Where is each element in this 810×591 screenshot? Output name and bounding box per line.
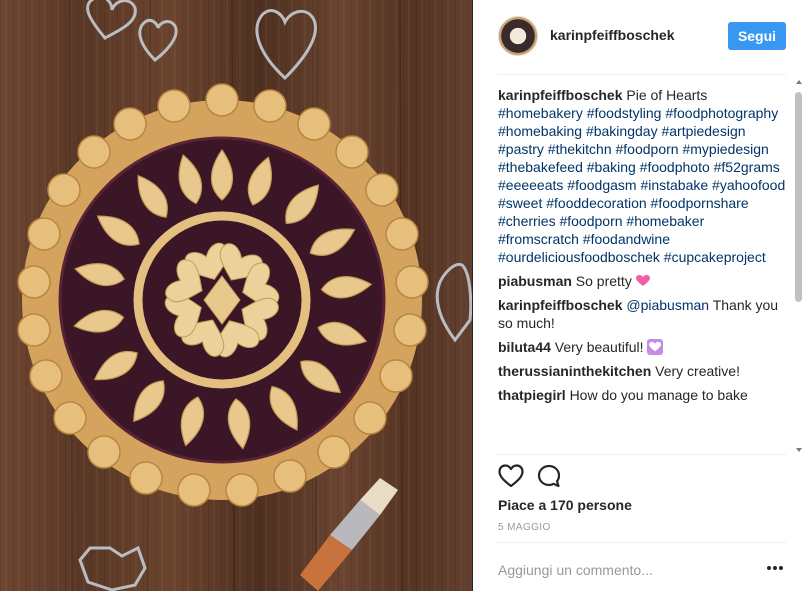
comment-username[interactable]: thatpiegirl bbox=[498, 387, 566, 403]
comment-username[interactable]: piabusman bbox=[498, 273, 572, 289]
comment-text: So pretty bbox=[575, 273, 632, 289]
scroll-down-arrow[interactable] bbox=[796, 448, 802, 452]
comment-list[interactable]: karinpfeiffboschek Pie of Hearts #homeba… bbox=[498, 86, 788, 454]
comment-username[interactable]: therussianinthekitchen bbox=[498, 363, 651, 379]
post-header: karinpfeiffboschek Segui bbox=[473, 0, 810, 74]
list-item: piabusman So pretty bbox=[498, 272, 788, 290]
caption: karinpfeiffboschek Pie of Hearts #homeba… bbox=[498, 86, 788, 266]
list-item: biluta44 Very beautiful! bbox=[498, 338, 788, 356]
comment-mention[interactable]: @piabusman bbox=[626, 297, 709, 313]
more-options-icon[interactable] bbox=[767, 566, 783, 572]
post-panel: karinpfeiffboschek Segui karinpfeiffbosc… bbox=[473, 0, 810, 591]
caption-hashtags[interactable]: #homebakery #foodstyling #foodphotograph… bbox=[498, 105, 785, 265]
comment-text: Very beautiful! bbox=[554, 339, 644, 355]
comment-username[interactable]: biluta44 bbox=[498, 339, 551, 355]
scroll-up-arrow[interactable] bbox=[796, 80, 802, 84]
caption-username[interactable]: karinpfeiffboschek bbox=[498, 87, 622, 103]
post-date[interactable]: 5 MAGGIO bbox=[498, 522, 551, 533]
avatar[interactable] bbox=[498, 16, 538, 56]
header-username[interactable]: karinpfeiffboschek bbox=[550, 27, 674, 43]
comment-bubble-icon[interactable] bbox=[537, 464, 561, 488]
comment-text: How do you manage to bake bbox=[569, 387, 748, 403]
heart-box-icon bbox=[647, 339, 664, 355]
comment-input[interactable] bbox=[498, 560, 738, 580]
list-item: therussianinthekitchen Very creative! bbox=[498, 362, 788, 380]
comment-text: Very creative! bbox=[655, 363, 740, 379]
comment-username[interactable]: karinpfeiffboschek bbox=[498, 297, 622, 313]
scrollbar-thumb[interactable] bbox=[795, 92, 802, 302]
post-photo[interactable] bbox=[0, 0, 472, 591]
actions-divider bbox=[497, 454, 786, 455]
list-item: thatpiegirl How do you manage to bake bbox=[498, 386, 788, 404]
caption-text: Pie of Hearts bbox=[626, 87, 708, 103]
heart-icon bbox=[635, 275, 650, 286]
header-divider bbox=[497, 74, 786, 75]
like-heart-icon[interactable] bbox=[498, 464, 524, 488]
likes-count[interactable]: Piace a 170 persone bbox=[498, 497, 632, 513]
follow-button[interactable]: Segui bbox=[728, 22, 786, 50]
list-item: karinpfeiffboschek @piabusman Thank you … bbox=[498, 296, 788, 332]
comments-scrollbar[interactable] bbox=[795, 86, 802, 448]
comment-divider bbox=[497, 542, 786, 543]
